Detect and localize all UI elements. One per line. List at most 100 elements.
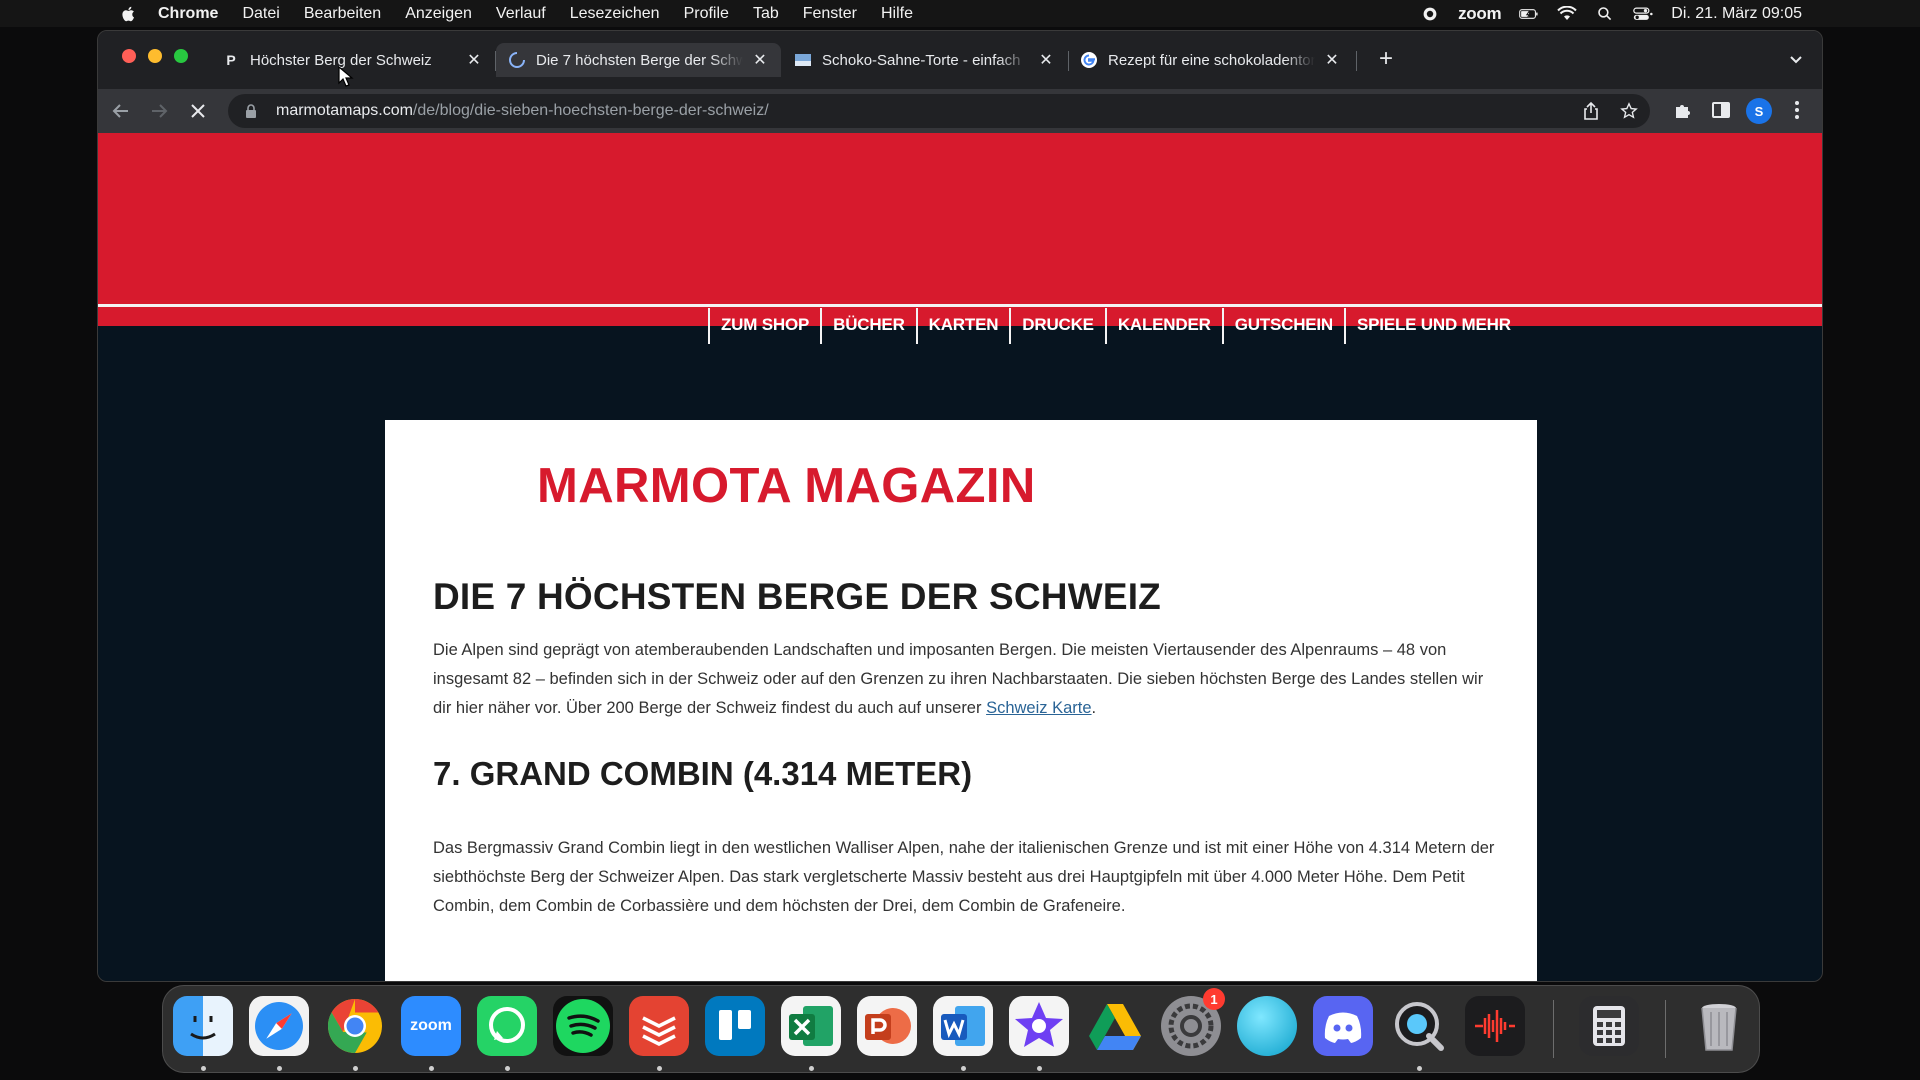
close-window-button[interactable] [122,49,136,63]
running-indicator [429,1066,434,1071]
zoom-menubar-label[interactable]: zoom [1458,4,1501,24]
side-panel-icon[interactable] [1710,99,1732,121]
schweiz-karte-link[interactable]: Schweiz Karte [986,699,1091,717]
lock-icon[interactable] [244,104,258,118]
running-indicator [961,1066,966,1071]
bookmark-star-icon[interactable] [1620,102,1638,120]
profile-avatar[interactable]: S [1746,98,1772,124]
voice-memos-icon[interactable] [1465,996,1525,1056]
nav-gutschein[interactable]: GUTSCHEIN [1221,308,1344,344]
menu-tab[interactable]: Tab [753,5,779,23]
dock-separator [1553,1000,1554,1058]
word-icon[interactable] [933,996,993,1056]
close-tab-icon[interactable]: ✕ [1037,51,1055,69]
menu-bearbeiten[interactable]: Bearbeiten [304,5,381,23]
trash-icon[interactable] [1689,996,1749,1056]
chevron-down-icon[interactable] [1788,51,1804,67]
battery-icon[interactable] [1519,6,1539,22]
magazine-brand[interactable]: MARMOTA MAGAZIN [537,458,1036,514]
menu-fenster[interactable]: Fenster [803,5,857,23]
section-paragraph: Das Bergmassiv Grand Combin liegt in den… [433,839,1495,915]
stop-loading-icon[interactable] [187,100,209,122]
apple-icon[interactable] [120,5,138,23]
more-menu-icon[interactable] [1786,99,1808,121]
menu-hilfe[interactable]: Hilfe [881,5,913,23]
new-tab-button[interactable]: + [1374,47,1398,72]
discord-icon[interactable] [1313,996,1373,1056]
menubar-clock[interactable]: Di. 21. März 09:05 [1671,5,1802,23]
browser-toolbar: marmotamaps.com/de/blog/die-sieben-hoech… [98,89,1822,133]
running-indicator [505,1066,510,1071]
menu-profile[interactable]: Profile [684,5,729,23]
menu-verlauf[interactable]: Verlauf [496,5,546,23]
intro-end: . [1091,699,1097,717]
close-tab-icon[interactable]: ✕ [1323,51,1341,69]
mouse-cursor-icon [338,66,354,87]
excel-icon[interactable] [781,996,841,1056]
wifi-icon[interactable] [1557,5,1577,22]
header-divider [98,304,1822,307]
screen-record-icon[interactable] [1420,6,1440,22]
address-bar[interactable]: marmotamaps.com/de/blog/die-sieben-hoech… [228,94,1650,128]
share-icon[interactable] [1582,101,1600,121]
nav-karten[interactable]: KARTEN [915,308,1010,344]
tab-schoko-torte[interactable]: Schoko-Sahne-Torte - einfach ✕ [782,43,1067,77]
calculator-icon[interactable] [1579,996,1639,1056]
whatsapp-icon[interactable] [477,996,537,1056]
menu-app-chrome[interactable]: Chrome [158,5,218,23]
tab-rezept[interactable]: Rezept für eine schokoladentorte ✕ [1068,43,1353,77]
zoom-app-icon[interactable]: zoom [401,996,461,1056]
trello-icon[interactable] [705,996,765,1056]
maximize-window-button[interactable] [174,49,188,63]
nav-buecher[interactable]: BÜCHER [820,308,916,344]
tab-title: Die 7 höchsten Berge der Schweiz [536,51,743,69]
nav-zum-shop[interactable]: ZUM SHOP [708,308,820,344]
section-heading: 7. GRAND COMBIN (4.314 METER) [433,755,973,792]
control-center-icon[interactable] [1633,6,1653,22]
nav-drucke[interactable]: DRUCKE [1009,308,1105,344]
quicktime-icon[interactable] [1389,996,1449,1056]
google-drive-icon[interactable] [1085,996,1145,1056]
close-tab-icon[interactable]: ✕ [465,51,483,69]
menubar-status-area: zoom Di. 21. März 09:05 [1420,0,1802,27]
tab-strip: P Höchster Berg der Schweiz ✕ Die 7 höch… [98,31,1822,89]
article-intro: Die Alpen sind geprägt von atemberaubend… [433,636,1503,723]
todoist-icon[interactable] [629,996,689,1056]
notification-badge: 1 [1203,988,1225,1010]
powerpoint-icon[interactable] [857,996,917,1056]
teal-app-icon[interactable] [1237,996,1297,1056]
close-tab-icon[interactable]: ✕ [751,51,769,69]
tab-title: Schoko-Sahne-Torte - einfach [822,51,1021,69]
extensions-puzzle-icon[interactable] [1672,99,1694,121]
nav-kalender[interactable]: KALENDER [1104,308,1222,344]
spotlight-search-icon[interactable] [1595,6,1615,22]
running-indicator [201,1066,206,1071]
running-indicator [277,1066,282,1071]
intro-text: Die Alpen sind geprägt von atemberaubend… [433,641,1484,717]
site-header [98,133,1822,326]
minimize-window-button[interactable] [148,49,162,63]
tab-title: Rezept für eine schokoladentorte [1108,51,1315,69]
tab-sieben-berge[interactable]: Die 7 höchsten Berge der Schweiz ✕ [496,43,781,77]
forward-arrow-icon[interactable] [148,100,170,122]
menu-lesezeichen[interactable]: Lesezeichen [570,5,660,23]
image-favicon-icon [795,54,811,66]
menu-datei[interactable]: Datei [242,5,279,23]
tab-separator [1356,51,1357,71]
spotify-icon[interactable] [553,996,613,1056]
loading-spinner-icon [509,52,525,68]
back-arrow-icon[interactable] [110,100,132,122]
finder-icon[interactable] [173,996,233,1056]
url-host: marmotamaps.com [276,102,413,119]
article-title: DIE 7 HÖCHSTEN BERGE DER SCHWEIZ [433,576,1161,617]
running-indicator [1417,1066,1422,1071]
menu-anzeigen[interactable]: Anzeigen [405,5,472,23]
imovie-icon[interactable] [1009,996,1069,1056]
running-indicator [657,1066,662,1071]
safari-icon[interactable] [249,996,309,1056]
page-viewport: ZUM SHOP BÜCHER KARTEN DRUCKE KALENDER G… [98,133,1822,981]
chrome-icon[interactable] [325,996,385,1056]
nav-spiele-und-mehr[interactable]: SPIELE UND MEHR [1344,308,1522,344]
running-indicator [1037,1066,1042,1071]
google-icon [1081,52,1097,68]
